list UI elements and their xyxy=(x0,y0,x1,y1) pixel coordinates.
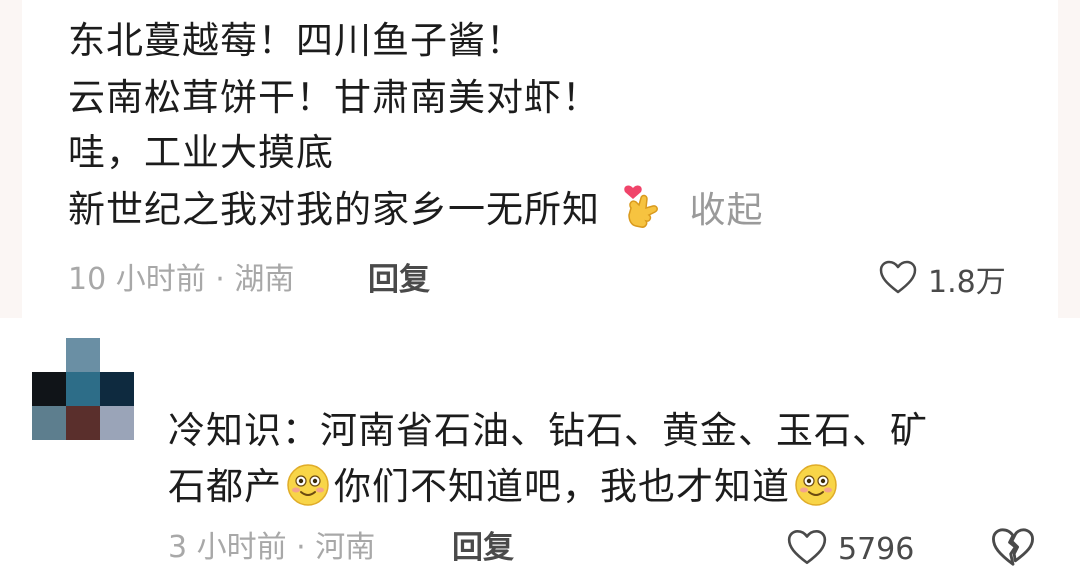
comment-text-line: 新世纪之我对我的家乡一无所知 收起 xyxy=(68,184,764,236)
comment-text-line: 石都产 你们不知道吧，我也才知道 xyxy=(168,462,842,512)
dislike-button[interactable] xyxy=(990,526,1036,572)
comment-text-line: 冷知识：河南省石油、钻石、黄金、玉石、矿 xyxy=(168,409,928,452)
smile-emoji-icon xyxy=(794,463,838,507)
comment-time-location: 3 小时前 · 河南 xyxy=(168,530,376,565)
comment-text: 你们不知道吧，我也才知道 xyxy=(334,465,790,508)
comment-text-line: 东北蔓越莓！四川鱼子酱！ xyxy=(68,19,524,62)
like-count: 5796 xyxy=(838,531,915,567)
comment-text: 石都产 xyxy=(168,465,282,508)
avatar[interactable] xyxy=(32,338,136,442)
reply-button[interactable]: 回复 xyxy=(368,260,430,300)
comment-text-line: 哇，工业大摸底 xyxy=(68,131,334,174)
like-button[interactable]: 1.8万 xyxy=(878,256,1006,302)
comment-text-line: 云南松茸饼干！甘肃南美对虾！ xyxy=(68,76,600,119)
reply-button[interactable]: 回复 xyxy=(452,528,514,568)
smile-emoji-icon xyxy=(286,463,330,507)
heart-icon xyxy=(786,528,828,570)
comment-text: 新世纪之我对我的家乡一无所知 xyxy=(68,188,600,231)
heart-icon xyxy=(878,259,918,299)
like-button[interactable]: 5796 xyxy=(786,526,914,572)
comment-time-location: 10 小时前 · 湖南 xyxy=(68,262,295,297)
heart-hands-icon xyxy=(619,184,663,230)
like-count: 1.8万 xyxy=(928,265,1006,300)
collapse-button[interactable]: 收起 xyxy=(690,186,764,236)
broken-heart-icon xyxy=(990,528,1036,572)
